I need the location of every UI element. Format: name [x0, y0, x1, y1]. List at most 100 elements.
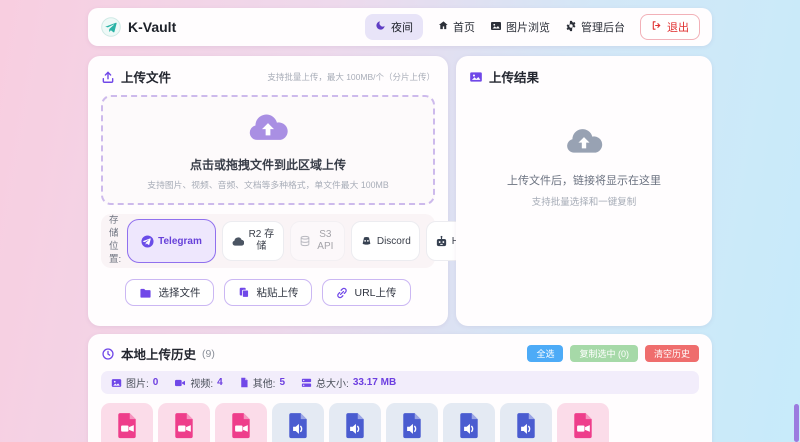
storage-label: 存储位置: — [109, 215, 122, 265]
history-buttons: 全选 复制选中 (0) 清空历史 — [527, 345, 699, 362]
dropzone[interactable]: 点击或拖拽文件到此区域上传 支持图片、视频、音频、文档等多种格式，单文件最大 1… — [101, 95, 435, 205]
gear-icon — [565, 20, 577, 35]
storage-discord-label: Discord — [376, 235, 411, 247]
upload-icon — [101, 70, 115, 84]
logout-icon — [651, 20, 662, 34]
stat-total-value: 33.17 MB — [352, 377, 397, 388]
dropzone-title: 点击或拖拽文件到此区域上传 — [189, 158, 346, 172]
results-empty-subtitle: 支持批量选择和一键复制 — [531, 197, 637, 208]
image-icon — [490, 20, 502, 35]
history-count: (9) — [202, 347, 215, 360]
upload-panel-title: 上传文件 — [121, 71, 172, 85]
database-icon — [299, 235, 311, 247]
storage-s3-label: S3 API — [317, 228, 334, 253]
home-icon — [438, 20, 449, 34]
url-upload-button[interactable]: URL上传 — [322, 279, 411, 306]
history-title: 本地上传历史 — [121, 348, 197, 362]
upload-panel-title-row: 上传文件 — [101, 67, 171, 86]
file-card[interactable]: MP4 — [557, 403, 609, 442]
history-clock-icon — [101, 347, 115, 361]
discord-icon — [360, 236, 373, 247]
logout-label: 退出 — [667, 22, 689, 34]
dropzone-subtitle: 支持图片、视频、音频、文档等多种格式，单文件最大 100MB — [147, 180, 389, 190]
storage-r2-label: R2 存储 — [248, 228, 275, 253]
stat-others: 其他: 5 — [239, 375, 285, 390]
nav-admin[interactable]: 管理后台 — [565, 19, 625, 35]
video-stat-icon — [174, 378, 186, 388]
file-card[interactable]: MP3 — [500, 403, 552, 442]
storage-telegram-label: Telegram — [158, 235, 202, 247]
select-all-button[interactable]: 全选 — [527, 345, 564, 362]
file-card[interactable]: MP4 — [215, 403, 267, 442]
stat-videos-value: 4 — [217, 377, 223, 388]
result-image-icon — [469, 70, 483, 84]
results-empty-state: 上传文件后，链接将显示在这里 支持批量选择和一键复制 — [469, 124, 699, 208]
stat-videos: 视频: 4 — [174, 375, 223, 390]
file-card[interactable]: MP3 — [329, 403, 381, 442]
top-bar: K-Vault 夜间 首页 图片浏览 管理后台 退出 — [88, 8, 712, 46]
stat-images-label: 图片: — [126, 379, 149, 390]
storage-option-r2[interactable]: R2 存储 — [221, 221, 284, 261]
upload-panel: 上传文件 支持批量上传，最大 100MB/个（分片上传） 点击或拖拽文件到此区域… — [88, 56, 521, 326]
main-nav: 夜间 首页 图片浏览 管理后台 退出 — [365, 14, 700, 40]
moon-icon — [375, 20, 386, 34]
storage-option-discord[interactable]: Discord — [350, 221, 420, 261]
clear-history-button[interactable]: 清空历史 — [644, 345, 699, 362]
file-card[interactable]: MP3 — [272, 403, 324, 442]
file-type-icon — [515, 412, 538, 442]
paste-upload-button[interactable]: 粘贴上传 — [224, 279, 313, 306]
file-type-icon — [344, 412, 367, 442]
stat-images-value: 0 — [152, 377, 159, 388]
stat-others-value: 5 — [279, 377, 286, 388]
brand-logo-icon — [101, 17, 121, 37]
brand[interactable]: K-Vault — [101, 17, 176, 37]
file-type-icon — [230, 412, 253, 442]
file-card[interactable]: MP4 — [101, 403, 153, 442]
page-scrollbar-thumb[interactable] — [794, 404, 799, 442]
history-stats-bar: 图片: 0 视频: 4 其他: 5 总大小: 33.17 MB — [101, 371, 699, 394]
folder-icon — [139, 287, 152, 299]
stat-others-label: 其他: — [252, 379, 276, 390]
file-card[interactable]: MP4 — [158, 403, 210, 442]
page: K-Vault 夜间 首页 图片浏览 管理后台 退出 上传文件 支持批量上传，最… — [88, 8, 712, 442]
clipboard-paste-icon — [238, 286, 250, 299]
file-type-icon — [572, 412, 595, 442]
upload-actions-row: 选择文件 粘贴上传 URL上传 — [101, 279, 435, 306]
results-panel-title: 上传结果 — [489, 71, 540, 85]
logout-button[interactable]: 退出 — [640, 14, 700, 40]
stat-images: 图片: 0 — [111, 375, 158, 390]
file-type-icon — [458, 412, 481, 442]
file-stat-icon — [239, 377, 249, 388]
nav-home[interactable]: 首页 — [438, 19, 475, 35]
cloud-icon — [231, 236, 244, 247]
robot-icon — [435, 235, 448, 248]
nav-night-label: 夜间 — [391, 22, 413, 34]
results-panel: 上传结果 上传文件后，链接将显示在这里 支持批量选择和一键复制 — [456, 56, 712, 326]
file-type-icon — [116, 412, 139, 442]
stat-total-label: 总大小: — [316, 379, 349, 390]
nav-image-browse[interactable]: 图片浏览 — [490, 19, 550, 35]
file-card[interactable]: MP3 — [443, 403, 495, 442]
choose-file-button[interactable]: 选择文件 — [125, 279, 215, 306]
history-title-row: 本地上传历史 (9) — [101, 344, 215, 363]
stat-total-size: 总大小: 33.17 MB — [301, 375, 396, 390]
file-type-icon — [287, 412, 310, 442]
choose-file-label: 选择文件 — [158, 287, 201, 299]
storage-location-row: 存储位置: Telegram R2 存储 S3 API Discord — [101, 214, 521, 268]
url-upload-label: URL上传 — [354, 287, 397, 299]
nav-home-label: 首页 — [453, 22, 475, 34]
results-panel-header: 上传结果 — [469, 67, 699, 86]
cloud-upload-icon — [245, 109, 291, 149]
history-panel: 本地上传历史 (9) 全选 复制选中 (0) 清空历史 图片: 0 视频: 4 — [88, 334, 712, 442]
link-icon — [336, 287, 348, 299]
file-card[interactable]: MP3 — [386, 403, 438, 442]
history-header: 本地上传历史 (9) 全选 复制选中 (0) 清空历史 — [101, 344, 699, 363]
nav-night-mode-toggle[interactable]: 夜间 — [365, 14, 423, 40]
paste-upload-label: 粘贴上传 — [256, 287, 299, 299]
storage-option-telegram[interactable]: Telegram — [127, 219, 216, 263]
copy-selected-button[interactable]: 复制选中 (0) — [570, 345, 638, 362]
results-empty-title: 上传文件后，链接将显示在这里 — [507, 175, 661, 187]
storage-option-s3: S3 API — [289, 221, 345, 261]
nav-admin-label: 管理后台 — [581, 22, 625, 34]
telegram-icon — [141, 234, 154, 248]
